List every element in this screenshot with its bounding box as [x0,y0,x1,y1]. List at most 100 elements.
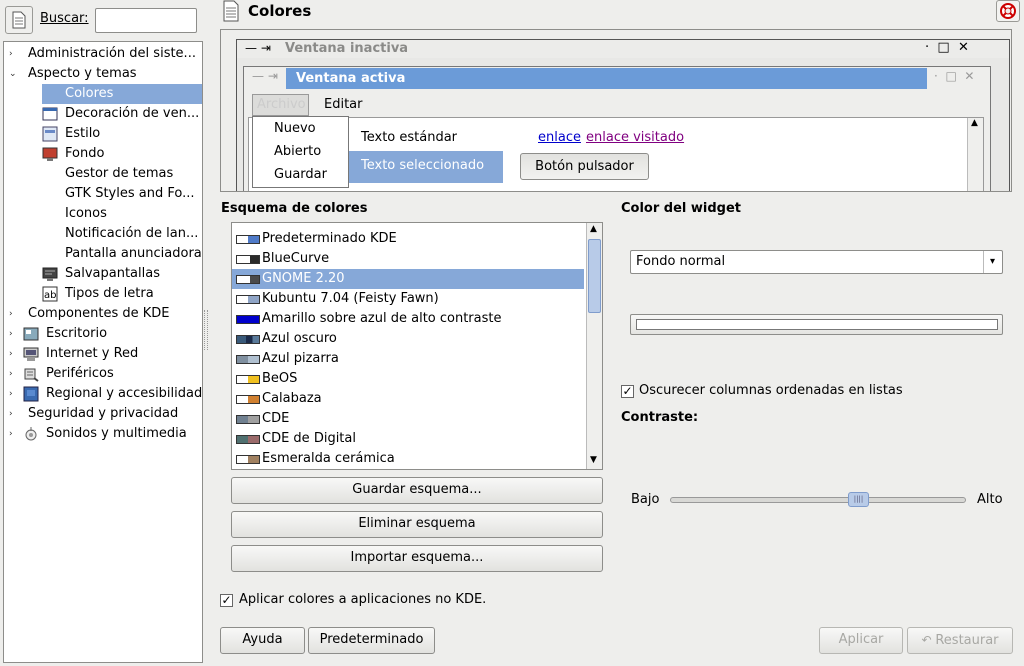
scroll-up-icon[interactable]: ▲ [590,224,597,234]
expand-arrow-icon[interactable]: › [9,344,13,364]
help-lifebuoy-button[interactable] [996,0,1020,22]
expand-arrow-icon[interactable]: › [9,404,13,424]
tree-item-internet[interactable]: › Internet y Red [4,344,202,364]
tree-item-seguridad[interactable]: › Seguridad y privacidad [4,404,202,424]
scheme-swatch [236,375,260,384]
desktop-icon [23,327,39,341]
scrollbar-thumb[interactable] [588,239,601,313]
tree-label: Colores [65,86,114,101]
tree-label: Escritorio [46,326,108,341]
scheme-item[interactable]: Predeterminado KDE [232,229,584,249]
tree-item-colores[interactable]: Colores [42,84,202,104]
tree-item-sonidos[interactable]: › Sonidos y multimedia [4,424,202,444]
save-scheme-button[interactable]: Guardar esquema... [231,477,603,504]
selected-text: Texto seleccionado [347,151,503,183]
tree-item-tipos-letra[interactable]: ab Tipos de letra [42,284,202,304]
scheme-item[interactable]: Amarillo sobre azul de alto contraste [232,309,584,329]
reset-button[interactable]: ↶ Restaurar [907,627,1013,654]
window-icon [42,107,58,121]
scheme-item[interactable]: Azul pizarra [232,349,584,369]
help-button[interactable]: Ayuda [220,627,305,654]
menu-archivo[interactable]: Archivo [252,94,309,116]
toolbar-back-button[interactable] [5,6,33,34]
tree-item-administracion[interactable]: › Administración del siste... [4,44,202,64]
expand-arrow-icon[interactable]: › [9,384,13,404]
tree-item-perifericos[interactable]: › Periféricos [4,364,202,384]
scheme-label: BeOS [262,371,298,386]
slider-thumb[interactable]: |||| [848,492,869,507]
splitter-handle[interactable] [204,310,208,350]
tree-item-escritorio[interactable]: › Escritorio [4,324,202,344]
expand-arrow-icon[interactable]: › [9,44,13,64]
tree-item-iconos[interactable]: Iconos [42,204,202,224]
scheme-item[interactable]: BlueCurve [232,249,584,269]
preview-content: Texto estándar Texto seleccionado enlace… [248,117,984,191]
expand-arrow-icon[interactable]: › [9,424,13,444]
tree-item-decoracion[interactable]: Decoración de ven... [42,104,202,124]
scroll-up-icon[interactable]: ▲ [971,118,978,128]
search-input[interactable] [95,8,197,33]
scheme-swatch [236,315,260,324]
expand-arrow-icon[interactable]: › [9,304,13,324]
dropdown-item-abierto[interactable]: Abierto [274,144,321,159]
scheme-item[interactable]: CDE [232,409,584,429]
tree-item-pantalla[interactable]: Pantalla anunciadora [42,244,202,264]
defaults-button[interactable]: Predeterminado [308,627,435,654]
tree-item-gestor-temas[interactable]: Gestor de temas [42,164,202,184]
collapse-arrow-icon[interactable]: ⌄ [9,64,17,84]
menu-editar[interactable]: Editar [324,97,363,112]
widget-select[interactable]: Fondo normal ▾ [630,250,1003,274]
tree-item-fondo[interactable]: Fondo [42,144,202,164]
darken-checkbox[interactable]: ✓ [621,385,634,398]
tree-label: Periféricos [46,366,114,381]
tree-label: Fondo [65,146,105,161]
visited-link-text[interactable]: enlace visitado [586,130,684,145]
standard-text: Texto estándar [361,130,458,145]
contrast-high-label: Alto [977,492,1003,507]
tree-item-componentes[interactable]: › Componentes de KDE [4,304,202,324]
pressed-button[interactable]: Botón pulsador [520,153,649,180]
dropdown-item-nuevo[interactable]: Nuevo [274,121,316,136]
scheme-swatch [236,355,260,364]
scroll-down-icon[interactable]: ▼ [590,455,597,465]
contrast-label: Contraste: [621,410,699,425]
apply-button[interactable]: Aplicar [819,627,903,654]
tree-item-regional[interactable]: › Regional y accesibilidad [4,384,202,404]
tree-item-gtk[interactable]: GTK Styles and Fo... [42,184,202,204]
scheme-swatch [236,415,260,424]
expand-arrow-icon[interactable]: › [9,364,13,384]
scheme-item[interactable]: BeOS [232,369,584,389]
scheme-item[interactable]: Azul oscuro [232,329,584,349]
svg-text:ab: ab [44,290,56,301]
scheme-item-selected[interactable]: GNOME 2.20 [232,269,584,289]
scheme-item[interactable]: Calabaza [232,389,584,409]
inactive-titlebar: — ⇥ Ventana inactiva · □ ✕ [237,40,1009,58]
import-scheme-button[interactable]: Importar esquema... [231,545,603,572]
color-preview[interactable]: — ⇥ Ventana inactiva · □ ✕ — ⇥ Ventana a… [220,29,1012,192]
dropdown-item-guardar[interactable]: Guardar [274,167,327,182]
scheme-label: CDE [262,411,290,426]
contrast-slider[interactable]: |||| [670,492,966,507]
link-text[interactable]: enlace [538,130,581,145]
lifebuoy-icon [1000,3,1016,19]
chevron-down-icon[interactable]: ▾ [983,251,1001,273]
scheme-list[interactable]: · Predeterminado KDE BlueCurve GNOME 2.2… [231,222,603,470]
tree-item-aspecto[interactable]: ⌄ Aspecto y temas [4,64,202,84]
delete-scheme-button[interactable]: Eliminar esquema [231,511,603,538]
scheme-scrollbar[interactable]: ▲ ▼ [586,223,602,469]
tree-item-estilo[interactable]: Estilo [42,124,202,144]
apply-non-kde-checkbox[interactable]: ✓ [220,594,233,607]
active-window-title: Ventana activa [296,71,406,86]
category-tree: › Administración del siste... ⌄ Aspecto y … [3,41,203,663]
scheme-item[interactable]: CDE de Digital [232,429,584,449]
tree-item-salvapantallas[interactable]: Salvapantallas [42,264,202,284]
tree-label: Componentes de KDE [28,306,170,321]
expand-arrow-icon[interactable]: › [9,324,13,344]
scheme-swatch [236,255,260,264]
scheme-label: GNOME 2.20 [262,271,345,286]
scheme-item[interactable]: Esmeralda cerámica [232,449,584,469]
preview-scrollbar[interactable]: ▲ [967,118,983,191]
scheme-item[interactable]: Kubuntu 7.04 (Feisty Fawn) [232,289,584,309]
tree-item-notificacion[interactable]: Notificación de lan... [42,224,202,244]
widget-color-button[interactable] [630,314,1003,335]
